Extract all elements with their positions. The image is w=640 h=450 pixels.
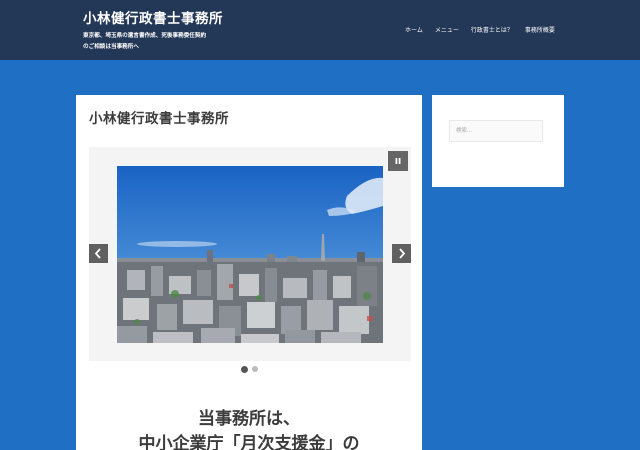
slider-dot-1[interactable] xyxy=(241,365,248,373)
pause-icon xyxy=(395,158,401,164)
sidebar xyxy=(432,95,564,187)
main-nav: ホーム メニュー 行政書士とは？ 事務所概要 xyxy=(405,25,567,34)
site-description-line-1: 東京都、埼玉県の遺言書作成、死後事務委任契約 xyxy=(83,33,207,39)
hero-heading: 当事務所は、 中小企業庁「月次支援金」の xyxy=(76,407,422,450)
slider-pause-button[interactable] xyxy=(388,151,408,171)
city-skyline-photo xyxy=(117,166,383,343)
slider-next-button[interactable] xyxy=(392,244,411,263)
nav-item-about-gyoseishoshi[interactable]: 行政書士とは？ xyxy=(471,25,513,34)
slider-pagination xyxy=(241,365,258,373)
chevron-right-icon xyxy=(399,248,406,259)
slider-dot-2[interactable] xyxy=(252,366,258,372)
site-description: 東京都、埼玉県の遺言書作成、死後事務委任契約 のご相談は当事務所へ xyxy=(83,31,243,53)
image-slider xyxy=(89,147,411,361)
nav-item-office-profile[interactable]: 事務所概要 xyxy=(525,25,555,34)
site-header: 小林健行政書士事務所 東京都、埼玉県の遺言書作成、死後事務委任契約 のご相談は当… xyxy=(0,0,640,60)
page-title: 小林健行政書士事務所 xyxy=(89,111,229,127)
slider-prev-button[interactable] xyxy=(89,244,108,263)
site-title[interactable]: 小林健行政書士事務所 xyxy=(83,7,223,27)
site-description-line-2: のご相談は当事務所へ xyxy=(83,44,139,50)
nav-item-menu[interactable]: メニュー xyxy=(435,25,459,34)
nav-item-home[interactable]: ホーム xyxy=(405,25,423,34)
hero-heading-line-2: 中小企業庁「月次支援金」の xyxy=(138,434,360,450)
search-input[interactable] xyxy=(449,120,543,142)
hero-heading-line-1: 当事務所は、 xyxy=(198,409,300,429)
main-content: 小林健行政書士事務所 当事務所は、 中小企業庁「月次支援金」の xyxy=(76,95,422,450)
chevron-left-icon xyxy=(94,248,101,259)
slide-image-tokyo-skyline xyxy=(117,166,383,343)
